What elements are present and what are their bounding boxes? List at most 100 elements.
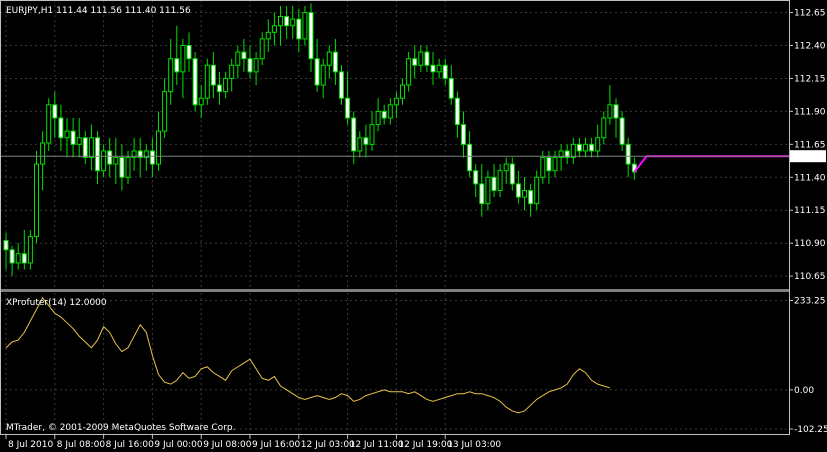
candle-body [265,31,271,40]
candle-body [21,253,27,264]
time-tick-label: 13 Jul 03:00 [447,440,501,450]
candle-body [46,104,52,144]
candle-body [113,157,119,165]
candle-body [186,44,192,60]
candle-body [82,137,88,159]
candle-body [229,64,235,79]
indicator-header: XProfuter(14) 12.0000 [6,298,107,308]
candle-body [595,137,601,152]
candle-body [540,157,546,178]
price-tick-label: 110.65 [794,272,826,282]
candle-body [509,163,515,185]
candle-body [125,157,131,178]
candle-body [406,58,412,86]
candle-body [357,137,363,152]
candle-body [204,64,210,99]
candle-body [479,183,485,205]
candle-body [290,18,296,27]
candle[interactable] [204,58,210,105]
time-tick-label: 8 Jul 08:00 [57,440,106,450]
candle-body [412,58,418,66]
candle-body [528,189,534,205]
candle-body [52,104,58,119]
candle-body [278,15,283,27]
price-tick-label: 112.65 [794,9,826,19]
indicator-tick-label: 0.00 [794,386,814,396]
candle-body [381,110,387,119]
candle-body [253,58,259,73]
candle-body [430,64,436,73]
candle-body [400,84,405,99]
candle-body [149,150,155,165]
time-tick-label: 9 Jul 00:00 [154,440,203,450]
candle-body [589,143,595,152]
price-tick-label: 110.90 [794,239,826,249]
candle-body [442,64,448,79]
candle-body [546,157,552,172]
time-tick-label: 8 Jul 16:00 [106,440,155,450]
candle-body [308,12,314,60]
candle-body [601,117,607,139]
candle-body [34,163,39,238]
candle-body [613,104,619,119]
candle-body [259,38,265,60]
candle-body [461,124,466,145]
candle-body [339,71,344,99]
candle-body [95,137,100,172]
candle-body [619,117,625,145]
candle-body [27,236,33,264]
candle[interactable] [46,98,52,151]
indicator-tick-label: 233.25 [794,297,826,307]
candle-body [223,77,229,93]
candle-body [393,97,399,106]
candle-body [570,143,576,159]
candle-body [302,12,308,40]
candle-body [247,58,253,73]
price-axis: 112.65 112.40 112.15 111.90 111.65 111.40 111.… [789,9,826,282]
time-tick-label: 9 Jul 16:00 [252,440,301,450]
candle-body [583,143,588,152]
candle-body [363,137,369,145]
candle-body [436,64,442,73]
candle[interactable] [192,52,198,112]
candle-body [64,130,70,139]
candle-body [15,253,21,264]
candle-body [3,240,9,251]
candle-body [162,91,168,132]
candle-body [369,124,375,145]
candle-body [107,150,113,165]
candle-body [522,189,527,198]
candle-body [235,51,241,66]
candle-body [70,130,76,145]
price-tick-label: 111.65 [794,140,826,150]
candle-body [76,137,82,145]
candle-body [625,143,631,165]
indicator-tick-label: -102.25 [794,425,827,435]
current-price-label: 111.56 [794,152,826,162]
candle-body [448,77,454,99]
pane-separator[interactable] [0,289,789,292]
candle-body [40,142,46,165]
candle-body [491,176,497,191]
candle-body [607,104,613,119]
candle-body [332,51,338,73]
chart-svg[interactable]: 112.65 112.40 112.15 111.90 111.65 111.40 111.… [0,0,827,452]
price-tick-label: 112.40 [794,41,826,51]
price-tick-label: 111.90 [794,107,826,117]
candle-body [58,117,64,139]
candle-body [174,58,180,73]
candle-body [210,64,216,86]
candle-body [552,157,558,172]
candle-body [271,25,277,33]
candle-body [192,58,198,106]
candle-body [198,97,204,106]
time-tick-label: 12 Jul 11:00 [350,440,404,450]
candle-body [534,176,540,205]
candle-body [375,110,381,126]
candle-body [296,18,302,40]
candle-body [454,97,460,126]
candle-body [9,249,15,264]
candle-body [326,51,332,66]
candle[interactable] [34,150,39,244]
candle-body [467,143,473,172]
